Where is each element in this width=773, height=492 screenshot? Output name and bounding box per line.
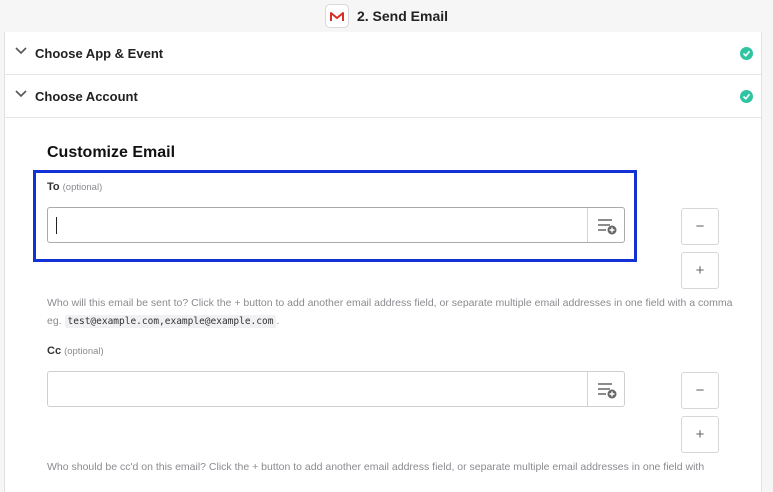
choose-app-event-row[interactable]: Choose App & Event (5, 32, 761, 75)
add-to-field-button[interactable]: + (681, 252, 719, 289)
customize-email-title: Customize Email (47, 144, 176, 161)
gmail-logo-icon (324, 4, 349, 28)
optional-tag: (optional) (64, 346, 104, 357)
cc-field-label: Cc (optional) (47, 345, 104, 357)
remove-to-field-button[interactable]: − (681, 208, 719, 245)
cc-input[interactable] (47, 371, 625, 407)
check-circle-icon (740, 89, 753, 103)
input-divider (587, 372, 588, 406)
cc-help-text: Who should be cc'd on this email? Click … (47, 461, 705, 473)
step-header: 2. Send Email (0, 0, 773, 32)
to-help-suffix: . (276, 315, 280, 327)
step-title: 2. Send Email (356, 8, 449, 24)
to-help-example: test@example.com,example@example.com (64, 315, 277, 328)
step-label-app-event: Choose App & Event (35, 45, 164, 61)
chevron-down-icon (15, 90, 27, 98)
remove-cc-field-button[interactable]: − (681, 372, 719, 409)
cc-label-text: Cc (47, 345, 62, 357)
chevron-down-icon (15, 47, 27, 55)
add-cc-field-button[interactable]: + (681, 416, 719, 453)
step-label-account: Choose Account (35, 88, 138, 104)
to-field-highlight (33, 170, 637, 262)
to-help-text: Who will this email be sent to? Click th… (47, 294, 737, 331)
step-editor-panel: Choose App & Event Choose Account Custom… (4, 32, 762, 492)
check-circle-icon (740, 46, 753, 60)
choose-account-row[interactable]: Choose Account (5, 75, 761, 118)
insert-data-icon[interactable] (596, 380, 618, 400)
